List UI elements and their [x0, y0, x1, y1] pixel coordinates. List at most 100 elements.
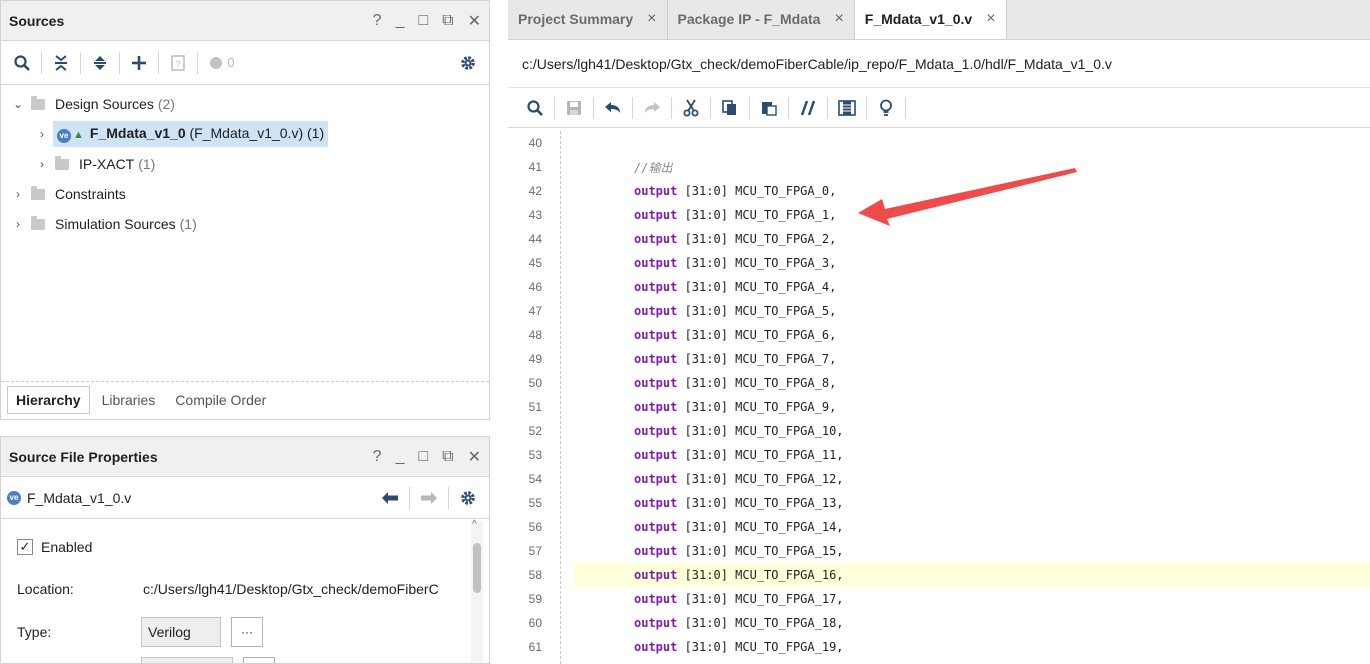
code-declaration: [31:0] MCU_TO_FPGA_0,: [677, 184, 837, 198]
line-number: 57: [528, 544, 542, 558]
code-declaration: [31:0] MCU_TO_FPGA_10,: [677, 424, 844, 438]
code-line[interactable]: 42 output [31:0] MCU_TO_FPGA_0,: [508, 179, 1370, 203]
close-icon[interactable]: ✕: [468, 11, 481, 31]
float-icon[interactable]: ⧉: [442, 12, 453, 30]
toolbar-separator: [448, 486, 449, 509]
redo-icon[interactable]: [637, 93, 667, 123]
code-line[interactable]: 54 output [31:0] MCU_TO_FPGA_12,: [508, 467, 1370, 491]
search-icon[interactable]: [7, 48, 37, 78]
expand-all-icon[interactable]: [85, 48, 115, 78]
line-number: 46: [528, 280, 542, 294]
tree-item-simulation-sources[interactable]: › Simulation Sources (1): [1, 209, 489, 239]
help-icon[interactable]: ?: [373, 448, 382, 466]
code-line[interactable]: 60 output [31:0] MCU_TO_FPGA_18,: [508, 611, 1370, 635]
code-line[interactable]: 45 output [31:0] MCU_TO_FPGA_3,: [508, 251, 1370, 275]
close-icon[interactable]: ✕: [468, 447, 481, 467]
line-number: 40: [528, 136, 542, 150]
code-line[interactable]: 40: [508, 131, 1370, 155]
line-number: 45: [528, 256, 542, 270]
float-icon[interactable]: ⧉: [442, 448, 453, 466]
location-value: c:/Users/lgh41/Desktop/Gtx_check/demoFib…: [143, 581, 439, 597]
close-tab-icon[interactable]: ×: [986, 10, 995, 28]
chevron-right-icon[interactable]: ›: [35, 127, 49, 141]
code-line[interactable]: 58 output [31:0] MCU_TO_FPGA_16,: [508, 563, 1370, 587]
scroll-up-icon[interactable]: ^: [472, 519, 477, 530]
cut-icon[interactable]: [676, 93, 706, 123]
chevron-down-icon[interactable]: ⌄: [11, 97, 25, 111]
minimize-icon[interactable]: _: [396, 12, 405, 30]
next-property-button[interactable]: [243, 657, 275, 663]
code-line[interactable]: 59 output [31:0] MCU_TO_FPGA_17,: [508, 587, 1370, 611]
settings-gear-icon[interactable]: [453, 48, 483, 78]
code-line[interactable]: 48 output [31:0] MCU_TO_FPGA_6,: [508, 323, 1370, 347]
add-sources-icon[interactable]: [124, 48, 154, 78]
code-line[interactable]: 56 output [31:0] MCU_TO_FPGA_14,: [508, 515, 1370, 539]
close-tab-icon[interactable]: ×: [834, 10, 843, 28]
chevron-right-icon[interactable]: ›: [11, 187, 25, 201]
type-browse-button[interactable]: ···: [231, 617, 263, 647]
code-line[interactable]: 43 output [31:0] MCU_TO_FPGA_1,: [508, 203, 1370, 227]
tree-item-ip-xact[interactable]: › IP-XACT (1): [1, 149, 489, 179]
search-icon[interactable]: [520, 93, 550, 123]
code-line[interactable]: 57 output [31:0] MCU_TO_FPGA_15,: [508, 539, 1370, 563]
tab-f-mdata-v[interactable]: F_Mdata_v1_0.v ×: [854, 0, 1007, 39]
settings-gear-icon[interactable]: [453, 483, 483, 513]
code-line[interactable]: 53 output [31:0] MCU_TO_FPGA_11,: [508, 443, 1370, 467]
code-line[interactable]: 61 output [31:0] MCU_TO_FPGA_19,: [508, 635, 1370, 659]
code-keyword: output: [634, 568, 678, 582]
tab-project-summary[interactable]: Project Summary ×: [508, 0, 668, 39]
maximize-icon[interactable]: □: [418, 12, 428, 30]
close-tab-icon[interactable]: ×: [647, 10, 656, 28]
code-keyword: output: [634, 232, 678, 246]
back-arrow-icon[interactable]: [375, 483, 405, 513]
forward-arrow-icon[interactable]: [414, 483, 444, 513]
properties-scroll-thumb[interactable]: [473, 543, 481, 593]
save-icon[interactable]: [559, 93, 589, 123]
code-line[interactable]: 50 output [31:0] MCU_TO_FPGA_8,: [508, 371, 1370, 395]
code-line[interactable]: 46 output [31:0] MCU_TO_FPGA_4,: [508, 275, 1370, 299]
tab-package-ip[interactable]: Package IP - F_Mdata ×: [668, 0, 855, 39]
code-line[interactable]: 49 output [31:0] MCU_TO_FPGA_7,: [508, 347, 1370, 371]
selected-tree-item[interactable]: ve ▲ F_Mdata_v1_0 (F_Mdata_v1_0.v) (1): [53, 121, 329, 147]
undo-icon[interactable]: [598, 93, 628, 123]
code-line[interactable]: 41 //输出: [508, 155, 1370, 179]
code-line[interactable]: 47 output [31:0] MCU_TO_FPGA_5,: [508, 299, 1370, 323]
tab-hierarchy[interactable]: Hierarchy: [7, 385, 90, 414]
hierarchy-top-icon: ▲: [73, 129, 84, 142]
help-icon[interactable]: ?: [373, 12, 382, 30]
minimize-icon[interactable]: _: [396, 448, 405, 466]
status-indicator-icon[interactable]: 0: [202, 48, 242, 78]
unknown-file-icon[interactable]: ?: [163, 48, 193, 78]
maximize-icon[interactable]: □: [418, 448, 428, 466]
insert-template-icon[interactable]: [832, 93, 862, 123]
code-text: output [31:0] MCU_TO_FPGA_9,: [634, 400, 836, 414]
paste-icon[interactable]: [754, 93, 784, 123]
code-editor[interactable]: 40 41 //输出 42 output [31:0] MCU_TO_FPGA_0, 43…: [508, 131, 1370, 664]
tree-item-f-mdata[interactable]: › ve ▲ F_Mdata_v1_0 (F_Mdata_v1_0.v) (1): [1, 119, 489, 149]
tree-item-label: Constraints: [55, 186, 126, 202]
line-number: 49: [528, 352, 542, 366]
tree-item-design-sources[interactable]: ⌄ Design Sources (2): [1, 89, 489, 119]
code-line[interactable]: 44 output [31:0] MCU_TO_FPGA_2,: [508, 227, 1370, 251]
code-keyword: output: [634, 640, 678, 654]
tab-compile-order[interactable]: Compile Order: [167, 387, 274, 413]
code-keyword: output: [634, 544, 678, 558]
enabled-checkbox[interactable]: ✓: [17, 539, 33, 555]
code-line[interactable]: 55 output [31:0] MCU_TO_FPGA_13,: [508, 491, 1370, 515]
tree-item-constraints[interactable]: › Constraints: [1, 179, 489, 209]
code-keyword: output: [634, 592, 678, 606]
tab-libraries[interactable]: Libraries: [94, 387, 164, 413]
properties-scrollbar[interactable]: ^: [471, 519, 483, 663]
code-line[interactable]: 62output [31:0] MCU_TO_FPGA_20,: [508, 659, 1370, 664]
collapse-all-icon[interactable]: [46, 48, 76, 78]
chevron-right-icon[interactable]: ›: [11, 217, 25, 231]
lightbulb-icon[interactable]: [871, 93, 901, 123]
code-declaration: [31:0] MCU_TO_FPGA_14,: [677, 520, 844, 534]
code-line[interactable]: 51 output [31:0] MCU_TO_FPGA_9,: [508, 395, 1370, 419]
line-number: 42: [528, 184, 542, 198]
copy-icon[interactable]: [715, 93, 745, 123]
code-line[interactable]: 52 output [31:0] MCU_TO_FPGA_10,: [508, 419, 1370, 443]
toggle-comment-icon[interactable]: [793, 93, 823, 123]
toolbar-separator: [554, 96, 555, 119]
chevron-right-icon[interactable]: ›: [35, 157, 49, 171]
